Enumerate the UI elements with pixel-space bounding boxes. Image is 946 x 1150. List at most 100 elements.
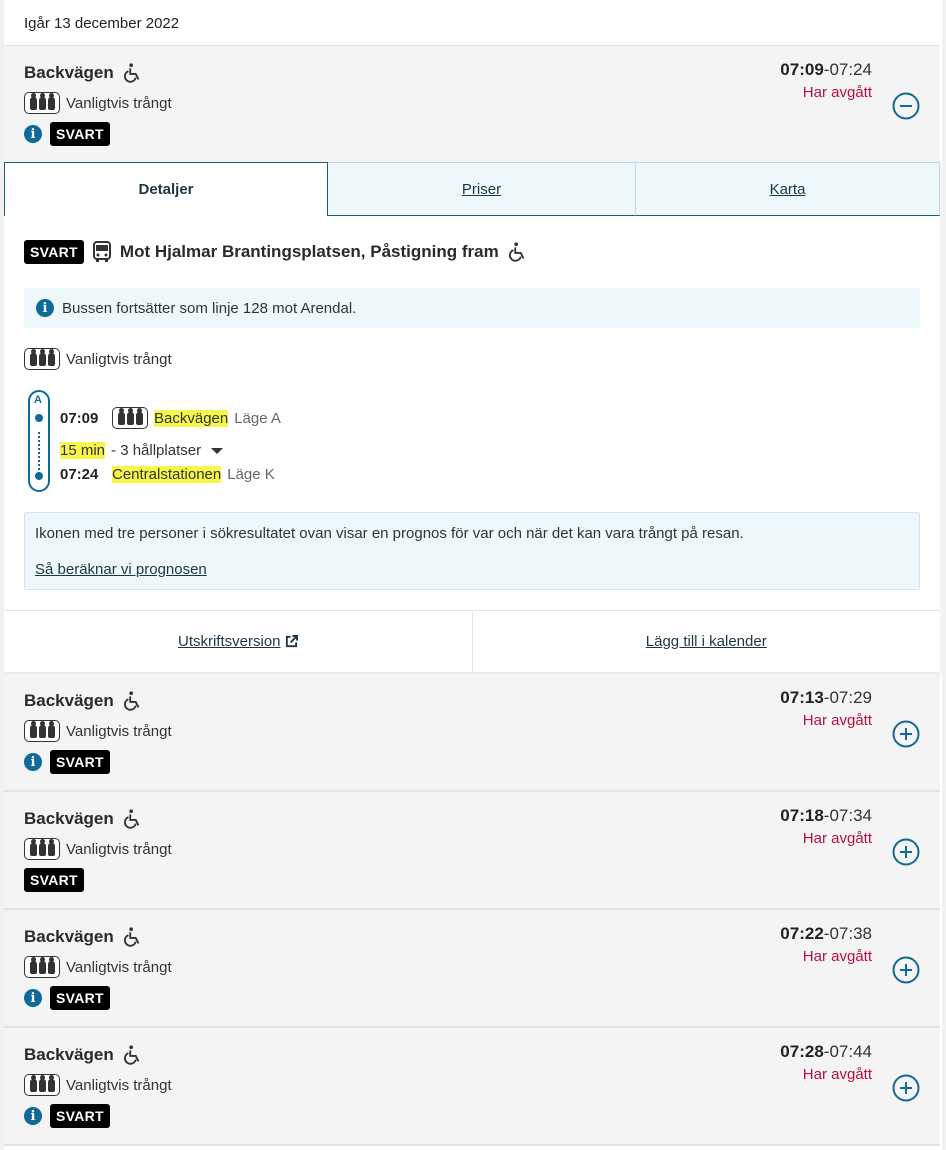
trip-card[interactable]: Backvägen Vanligtvis trångt i SVART 07:2… bbox=[4, 910, 940, 1028]
direction-row: SVART Mot Hjalmar Brantingsplatsen, Påst… bbox=[24, 240, 529, 264]
print-link-label: Utskriftsversion bbox=[177, 633, 281, 650]
route-stop-start: 07:09 Backvägen Läge A bbox=[60, 407, 281, 429]
crowd-indicator: Vanligtvis trångt bbox=[24, 348, 172, 370]
calendar-link[interactable]: Lägg till i kalender bbox=[471, 611, 941, 672]
line-badge: SVART bbox=[50, 986, 110, 1010]
arrival-time: 07:34 bbox=[829, 806, 872, 825]
trip-status: Har avgått bbox=[802, 712, 872, 729]
info-icon[interactable]: i bbox=[24, 125, 42, 143]
duration: 15 min bbox=[60, 442, 106, 459]
trip-card-expanded[interactable]: Backvägen Vanligtvis trångt i SVART 07:0… bbox=[4, 46, 940, 162]
prognosis-link[interactable]: Så beräknar vi prognosen bbox=[35, 561, 207, 578]
direction-text: Mot Hjalmar Brantingsplatsen, Påstigning… bbox=[119, 242, 499, 261]
trip-stop-name: Backvägen bbox=[24, 1045, 114, 1064]
stop-name: Centralstationen bbox=[112, 466, 222, 483]
trip-stop: Backvägen bbox=[24, 1044, 144, 1066]
trip-stop: Backvägen bbox=[24, 926, 144, 948]
date-header: Igår 13 december 2022 bbox=[4, 0, 940, 46]
line-badge: SVART bbox=[24, 868, 84, 892]
trip-time: 07:13-07:29 bbox=[780, 688, 872, 707]
trip-stop-name: Backvägen bbox=[24, 63, 114, 82]
crowd-icon bbox=[24, 1074, 60, 1096]
trip-card[interactable]: Backvägen Vanligtvis trångt SVART 07:18-… bbox=[4, 792, 940, 910]
crowd-text: Vanligtvis trångt bbox=[66, 722, 172, 740]
stop-position: Läge A bbox=[234, 409, 281, 427]
print-link[interactable]: Utskriftsversion bbox=[4, 611, 472, 672]
duration-toggle[interactable]: 15 min - 3 hållplatser bbox=[60, 442, 224, 459]
crowd-icon bbox=[112, 407, 148, 429]
trip-time: 07:18-07:34 bbox=[780, 806, 872, 825]
trip-card[interactable]: Backvägen Vanligtvis trångt i SVART 07:1… bbox=[4, 674, 940, 792]
crowd-text: Vanligtvis trångt bbox=[66, 1076, 172, 1094]
tab-map[interactable]: Karta bbox=[636, 162, 940, 216]
minus-circle-icon[interactable] bbox=[892, 92, 920, 120]
wheelchair-icon bbox=[508, 242, 525, 262]
prognosis-box: Ikonen med tre personer i sökresultatet … bbox=[24, 512, 920, 590]
trip-card[interactable]: Backvägen Vanligtvis trångt i SVART 07:2… bbox=[4, 1028, 940, 1146]
plus-circle-icon[interactable] bbox=[892, 838, 920, 866]
trip-stop: Backvägen bbox=[24, 690, 144, 712]
departure-time: 07:28 bbox=[780, 1042, 824, 1061]
line-row: i SVART bbox=[24, 750, 110, 774]
duration-stops: - 3 hållplatser bbox=[111, 442, 202, 459]
stop-position: Läge K bbox=[227, 466, 275, 483]
plus-circle-icon[interactable] bbox=[892, 1074, 920, 1102]
route-letter: A bbox=[34, 394, 42, 406]
crowd-indicator: Vanligtvis trångt bbox=[24, 956, 172, 978]
trip-details-panel: Detaljer Priser Karta SVART Mot Hjalmar … bbox=[4, 162, 940, 672]
departure-time: 07:18 bbox=[780, 806, 824, 825]
stop-name: Backvägen bbox=[154, 409, 229, 427]
crowd-indicator: Vanligtvis trångt bbox=[24, 720, 172, 742]
plus-circle-icon[interactable] bbox=[892, 720, 920, 748]
trip-stop-name: Backvägen bbox=[24, 691, 114, 710]
wheelchair-icon bbox=[123, 691, 140, 711]
crowd-icon bbox=[24, 720, 60, 742]
bus-icon bbox=[92, 241, 111, 262]
details-footer: Utskriftsversion Lägg till i kalender bbox=[4, 610, 940, 672]
info-icon: i bbox=[36, 299, 54, 317]
tab-prices[interactable]: Priser bbox=[328, 162, 636, 216]
notice-text: Bussen fortsätter som linje 128 mot Aren… bbox=[62, 299, 357, 317]
departure-time: 07:09 bbox=[780, 60, 824, 79]
trip-status: Har avgått bbox=[802, 948, 872, 965]
line-row: i SVART bbox=[24, 122, 110, 146]
crowd-icon bbox=[24, 956, 60, 978]
route-dot-end bbox=[35, 472, 43, 480]
route-dash bbox=[38, 432, 40, 474]
stop-time: 07:24 bbox=[60, 466, 99, 483]
crowd-icon bbox=[24, 92, 60, 114]
line-badge: SVART bbox=[24, 240, 84, 264]
info-icon[interactable]: i bbox=[24, 753, 42, 771]
crowd-indicator: Vanligtvis trångt bbox=[24, 1074, 172, 1096]
crowd-text: Vanligtvis trångt bbox=[66, 350, 172, 368]
wheelchair-icon bbox=[123, 1045, 140, 1065]
crowd-icon bbox=[24, 838, 60, 860]
wheelchair-icon bbox=[123, 809, 140, 829]
line-row: SVART bbox=[24, 868, 84, 892]
trip-time: 07:09-07:24 bbox=[780, 60, 872, 79]
crowd-text: Vanligtvis trångt bbox=[66, 840, 172, 858]
plus-circle-icon[interactable] bbox=[892, 956, 920, 984]
chevron-down-icon bbox=[211, 447, 224, 454]
trip-time: 07:22-07:38 bbox=[780, 924, 872, 943]
line-row: i SVART bbox=[24, 986, 110, 1010]
stop-time: 07:09 bbox=[60, 409, 99, 427]
trip-status: Har avgått bbox=[802, 1066, 872, 1083]
departure-time: 07:22 bbox=[780, 924, 824, 943]
trip-status: Har avgått bbox=[802, 84, 872, 101]
prognosis-text: Ikonen med tre personer i sökresultatet … bbox=[35, 525, 744, 542]
trip-stop: Backvägen bbox=[24, 62, 144, 84]
line-badge: SVART bbox=[50, 750, 110, 774]
info-icon[interactable]: i bbox=[24, 989, 42, 1007]
departure-time: 07:13 bbox=[780, 688, 824, 707]
details-tabs: Detaljer Priser Karta bbox=[4, 162, 940, 216]
line-badge: SVART bbox=[50, 1104, 110, 1128]
external-link-icon bbox=[285, 635, 298, 648]
trip-status: Har avgått bbox=[802, 830, 872, 847]
tab-details[interactable]: Detaljer bbox=[4, 162, 328, 216]
trip-time: 07:28-07:44 bbox=[780, 1042, 872, 1061]
trip-stop: Backvägen bbox=[24, 808, 144, 830]
info-icon[interactable]: i bbox=[24, 1107, 42, 1125]
arrival-time: 07:24 bbox=[829, 60, 872, 79]
crowd-indicator: Vanligtvis trångt bbox=[24, 92, 172, 114]
